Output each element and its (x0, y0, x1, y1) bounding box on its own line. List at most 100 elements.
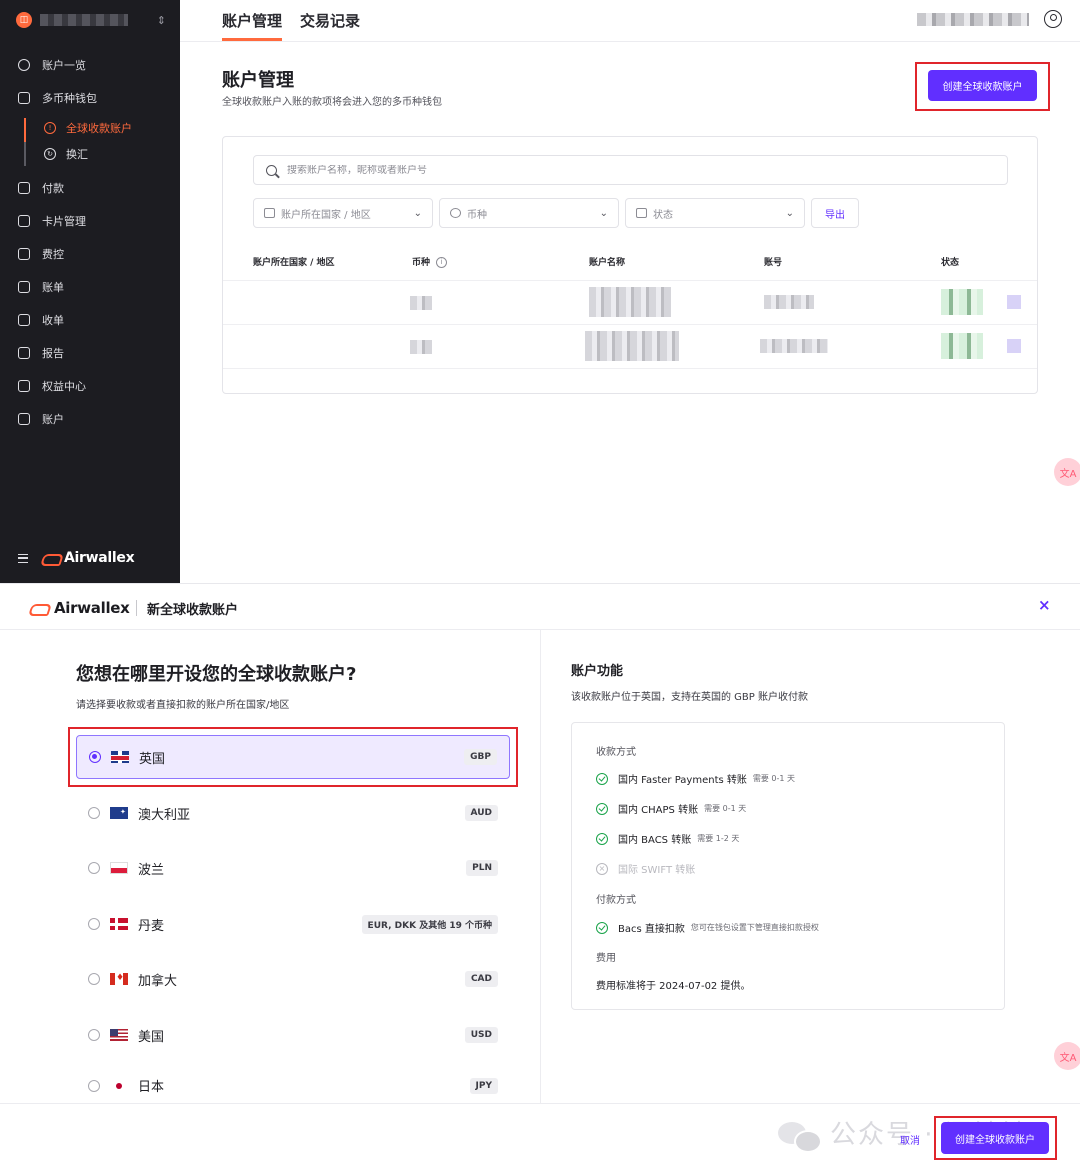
uk-flag-icon (111, 751, 129, 763)
redacted-status (941, 289, 983, 315)
currency-badge: CAD (464, 971, 498, 987)
cancel-button[interactable]: 取消 (900, 1132, 920, 1147)
menu-icon[interactable] (18, 553, 28, 563)
tag-icon (636, 208, 647, 218)
redacted-cell (585, 331, 679, 361)
feature-note: 您可在钱包设置下管理直接扣款授权 (690, 923, 819, 932)
fee-heading: 费用 (596, 953, 616, 964)
country-option-dk[interactable]: 丹麦 EUR, DKK 及其他 19 个币种 (76, 902, 510, 946)
sidebar-subitem-global-accounts[interactable]: ! 全球收款账户 (44, 118, 132, 138)
create-global-account-button[interactable]: 创建全球收款账户 (941, 1122, 1049, 1154)
radio[interactable] (88, 1079, 100, 1092)
column-header-currency[interactable]: 币种 i (412, 255, 448, 268)
sidebar-item-rewards[interactable]: 权益中心 (18, 376, 86, 396)
sidebar-item-account[interactable]: 账户 (18, 409, 64, 429)
redacted-action[interactable] (1007, 295, 1021, 309)
chevron-down-icon: ⌄ (599, 207, 608, 219)
feature-item: Bacs 直接扣款 您可在钱包设置下管理直接扣款授权 (596, 920, 819, 935)
column-header-account-number[interactable]: 账号 (764, 255, 782, 268)
country-name: 英国 (139, 751, 166, 767)
redacted-cell (760, 339, 828, 353)
country-option-jp[interactable]: 日本 JPY (76, 1068, 510, 1103)
country-option-uk[interactable]: 英国 GBP (76, 735, 510, 779)
user-name-redacted (917, 13, 1029, 26)
column-header-country[interactable]: 账户所在国家 / 地区 (253, 255, 335, 268)
close-icon[interactable]: × (1038, 596, 1051, 614)
translate-icon[interactable]: 文A (1054, 458, 1080, 486)
sidebar-item-reports[interactable]: 报告 (18, 343, 64, 363)
sidebar-item-expenses[interactable]: 费控 (18, 244, 64, 264)
sidebar-item-acquiring[interactable]: 收单 (18, 310, 64, 330)
search-input[interactable] (287, 164, 967, 176)
sidebar-item-wallet[interactable]: 多币种钱包 (18, 88, 97, 108)
features-box: 收款方式 国内 Faster Payments 转账 需要 0-1 天 国内 C… (571, 722, 1005, 1010)
filter-status[interactable]: 状态 ⌄ (625, 198, 805, 228)
account-icon (18, 413, 30, 425)
features-title: 账户功能 (571, 664, 624, 679)
info-icon[interactable]: i (436, 257, 448, 268)
airwallex-logo-mark (30, 603, 48, 613)
feature-label: Bacs 直接扣款 (618, 924, 685, 935)
filter-currency[interactable]: 币种 ⌄ (439, 198, 619, 228)
country-option-us[interactable]: 美国 USD (76, 1013, 510, 1057)
radio-selected[interactable] (89, 751, 101, 763)
redacted-cell (764, 295, 814, 309)
table-row[interactable] (223, 324, 1037, 368)
check-circle-icon (596, 772, 608, 785)
export-button[interactable]: 导出 (811, 198, 859, 228)
sidebar-item-overview[interactable]: 账户一览 (18, 55, 86, 75)
country-option-pl[interactable]: 波兰 PLN (76, 846, 510, 890)
search-icon (266, 164, 277, 176)
tab-transactions[interactable]: 交易记录 (300, 10, 360, 31)
user-profile-icon[interactable] (1044, 10, 1062, 28)
features-subtitle: 该收款账户位于英国，支持在英国的 GBP 账户收付款 (571, 692, 808, 703)
redacted-cell (589, 287, 671, 317)
column-header-status[interactable]: 状态 (941, 255, 959, 268)
filter-label: 账户所在国家 / 地区 (281, 209, 371, 221)
us-flag-icon (110, 1029, 128, 1041)
account-switcher[interactable]: ◫ ⇕ (16, 10, 166, 30)
account-management-screenshot: ◫ ⇕ 账户一览 多币种钱包 ! 全球收款账户 ↻ 换汇 付款 卡片管理 费控 … (0, 0, 1080, 583)
modal-title: 新全球收款账户 (147, 603, 239, 618)
new-account-screenshot: Airwallex 新全球收款账户 × 您想在哪里开设您的全球收款账户? 请选择… (0, 583, 1080, 1168)
tab-account-management[interactable]: 账户管理 (222, 10, 282, 31)
country-name: 波兰 (138, 862, 165, 878)
table-row[interactable] (223, 280, 1037, 324)
search-bar (253, 155, 1008, 185)
sidebar-footer: Airwallex (18, 550, 135, 566)
sidebar-item-payments[interactable]: 付款 (18, 178, 64, 198)
submenu-line (24, 118, 26, 166)
page-subtitle: 全球收款账户入账的款项将会进入您的多币种钱包 (222, 97, 442, 108)
radio[interactable] (88, 973, 100, 985)
radio[interactable] (88, 918, 100, 930)
feature-label: 国内 Faster Payments 转账 (618, 775, 747, 786)
account-avatar: ◫ (16, 12, 32, 28)
filter-country[interactable]: 账户所在国家 / 地区 ⌄ (253, 198, 433, 228)
radio[interactable] (88, 862, 100, 874)
tab-active-indicator (222, 38, 282, 41)
sidebar-item-label: 账户 (42, 413, 64, 426)
redacted-status (941, 333, 983, 359)
redacted-action[interactable] (1007, 339, 1021, 353)
sidebar-item-label: 权益中心 (42, 380, 86, 393)
check-circle-icon (596, 921, 608, 934)
screen: ◫ ⇕ 账户一览 多币种钱包 ! 全球收款账户 ↻ 换汇 付款 卡片管理 费控 … (0, 0, 1080, 1168)
country-name: 丹麦 (138, 918, 165, 934)
sidebar-item-bills[interactable]: 账单 (18, 277, 64, 297)
country-option-au[interactable]: 澳大利亚 AUD (76, 791, 510, 835)
switch-account-icon[interactable]: ⇕ (157, 14, 166, 27)
sidebar-subitem-conversion[interactable]: ↻ 换汇 (44, 144, 88, 164)
radio[interactable] (88, 807, 100, 819)
sidebar-item-label: 费控 (42, 248, 64, 261)
check-circle-icon (596, 802, 608, 815)
sidebar-item-cards[interactable]: 卡片管理 (18, 211, 86, 231)
bank-icon (264, 208, 275, 218)
translate-icon[interactable]: 文A (1054, 1042, 1080, 1070)
country-option-ca[interactable]: 加拿大 CAD (76, 957, 510, 1001)
column-header-account-name[interactable]: 账户名称 (589, 255, 625, 268)
feature-note: 需要 0-1 天 (752, 774, 796, 783)
fee-text: 费用标准将于 2024-07-02 提供。 (596, 981, 751, 992)
global-account-icon: ! (44, 122, 56, 134)
radio[interactable] (88, 1029, 100, 1041)
create-global-account-button[interactable]: 创建全球收款账户 (928, 70, 1037, 101)
